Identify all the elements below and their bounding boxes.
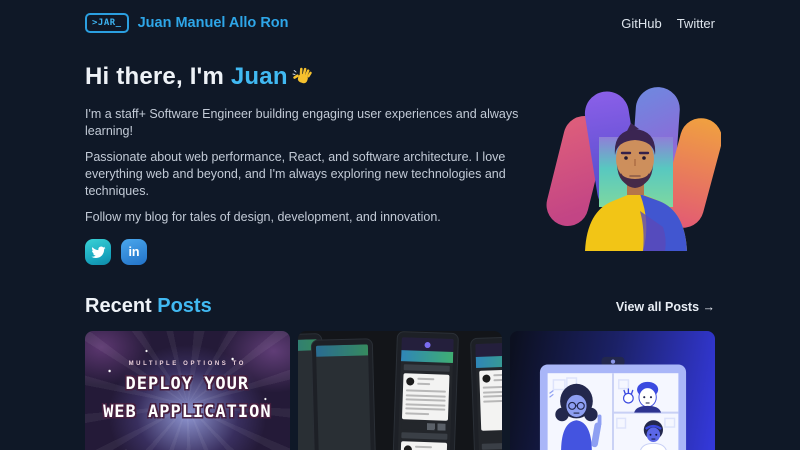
- terminal-logo-icon: >JAR_: [85, 13, 129, 33]
- hero-text: Hi there, I'm Juan: [85, 63, 525, 265]
- deploy-card-kicker: MULTIPLE OPTIONS TO: [85, 361, 290, 367]
- profile-illustration: [527, 79, 721, 251]
- avatar: [406, 377, 414, 385]
- post-card-deploy-web-application[interactable]: MULTIPLE OPTIONS TO DEPLOY YOUR WEB APPL…: [85, 331, 290, 450]
- phone-mockup: [471, 337, 503, 450]
- recent-posts-title-prefix: Recent: [85, 295, 157, 317]
- profile-illustration-svg: [527, 79, 721, 251]
- recent-posts-header: Recent Posts View all Posts →: [85, 295, 715, 318]
- nav-github-link[interactable]: GitHub: [621, 16, 661, 31]
- recent-posts-section: Recent Posts View all Posts → MULTIPLE O…: [85, 295, 715, 450]
- deploy-card-title-line1: DEPLOY YOUR: [85, 374, 290, 395]
- tweet-card: [479, 369, 503, 431]
- phone-mockup: [311, 339, 375, 450]
- brand-link[interactable]: >JAR_ Juan Manuel Allo Ron: [85, 13, 289, 33]
- nav-twitter-link[interactable]: Twitter: [677, 16, 715, 31]
- linkedin-label: in: [128, 245, 139, 259]
- avatar: [403, 445, 411, 450]
- greeting-name: Juan: [231, 63, 288, 90]
- deploy-card-title-line2: WEB APPLICATION: [85, 402, 290, 423]
- site-name: Juan Manuel Allo Ron: [138, 15, 289, 31]
- phone-mockup: [392, 332, 458, 450]
- linkedin-icon[interactable]: in: [121, 239, 147, 265]
- video-call-illustration: [513, 353, 713, 450]
- wave-emoji-icon: [292, 66, 313, 87]
- hero-heading: Hi there, I'm Juan: [85, 63, 525, 91]
- twitter-icon[interactable]: [85, 239, 111, 265]
- avatar: [482, 374, 490, 382]
- tweet-card: [400, 441, 447, 450]
- site-header: >JAR_ Juan Manuel Allo Ron GitHub Twitte…: [85, 0, 715, 33]
- post-cards-grid: MULTIPLE OPTIONS TO DEPLOY YOUR WEB APPL…: [85, 331, 715, 450]
- header-nav: GitHub Twitter: [621, 16, 715, 31]
- tweet-card: [402, 373, 450, 421]
- view-all-posts-link[interactable]: View all Posts →: [616, 300, 715, 314]
- post-card-video-call[interactable]: [510, 331, 715, 450]
- logo-text: >JAR_: [92, 18, 122, 28]
- recent-posts-title: Recent Posts: [85, 295, 212, 318]
- deploy-card-text: MULTIPLE OPTIONS TO DEPLOY YOUR WEB APPL…: [85, 331, 290, 423]
- post-card-mobile-app-screens[interactable]: [298, 331, 503, 450]
- social-links: in: [85, 239, 525, 265]
- page: >JAR_ Juan Manuel Allo Ron GitHub Twitte…: [0, 0, 800, 450]
- hero-paragraph-2: Passionate about web performance, React,…: [85, 149, 525, 200]
- hero-paragraph-1: I'm a staff+ Software Engineer building …: [85, 106, 525, 140]
- greeting-prefix: Hi there, I'm: [85, 63, 231, 90]
- hero-section: Hi there, I'm Juan: [85, 63, 715, 265]
- hero-paragraph-3: Follow my blog for tales of design, deve…: [85, 209, 525, 226]
- app-logo-icon: [424, 341, 430, 347]
- recent-posts-title-accent: Posts: [157, 295, 211, 317]
